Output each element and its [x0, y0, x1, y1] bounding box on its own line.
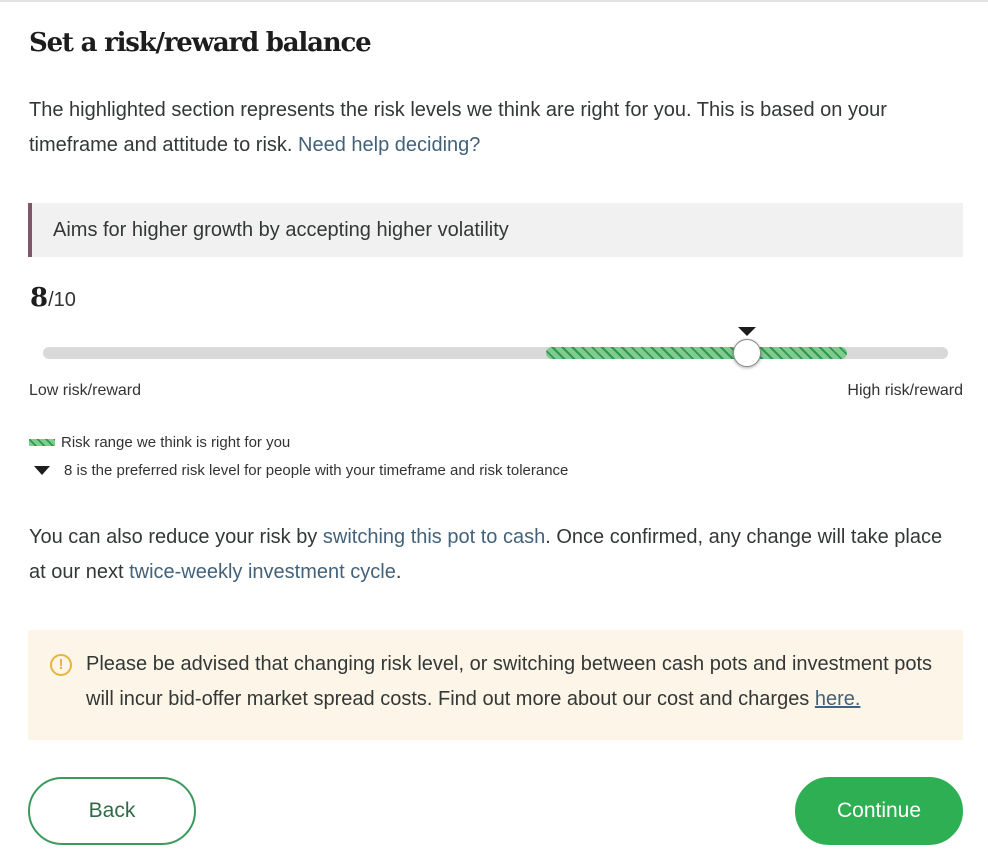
investment-cycle-link[interactable]: twice-weekly investment cycle	[129, 561, 396, 583]
high-risk-label: High risk/reward	[847, 382, 963, 399]
costs-here-link[interactable]: here.	[815, 688, 861, 710]
risk-score-max: /10	[48, 289, 76, 311]
legend-range-label: Risk range we think is right for you	[61, 433, 291, 451]
striped-swatch-icon	[29, 438, 55, 446]
cost-warning-banner: ! Please be advised that changing risk l…	[28, 630, 963, 740]
cash-info-text: .	[395, 561, 402, 583]
legend-preferred-row: 8 is the preferred risk level for people…	[29, 456, 568, 484]
risk-score-value: 8	[30, 283, 49, 313]
switch-to-cash-link[interactable]: switching this pot to cash	[323, 526, 545, 548]
risk-slider[interactable]	[43, 327, 948, 377]
recommended-range	[545, 347, 848, 359]
page-title: Set a risk/reward balance	[29, 28, 372, 58]
triangle-down-icon	[34, 465, 50, 475]
warning-text: Please be advised that changing risk lev…	[86, 653, 933, 710]
risk-score: 8/10	[30, 283, 76, 313]
legend-range-row: Risk range we think is right for you	[29, 428, 568, 456]
legend-preferred-label: 8 is the preferred risk level for people…	[64, 461, 569, 479]
intro-paragraph: The highlighted section represents the r…	[29, 93, 949, 163]
continue-button[interactable]: Continue	[795, 777, 963, 845]
warning-icon: !	[50, 654, 72, 676]
cash-info-text: You can also reduce your risk by	[29, 526, 323, 548]
risk-description: Aims for higher growth by accepting high…	[28, 203, 963, 257]
back-button[interactable]: Back	[28, 777, 196, 845]
need-help-link[interactable]: Need help deciding?	[298, 134, 480, 156]
slider-thumb[interactable]	[732, 339, 761, 367]
top-divider	[0, 0, 988, 2]
preferred-level-marker-icon	[737, 327, 756, 336]
cash-info-paragraph: You can also reduce your risk by switchi…	[29, 520, 949, 590]
low-risk-label: Low risk/reward	[29, 382, 142, 399]
slider-legend: Risk range we think is right for you 8 i…	[29, 428, 568, 484]
